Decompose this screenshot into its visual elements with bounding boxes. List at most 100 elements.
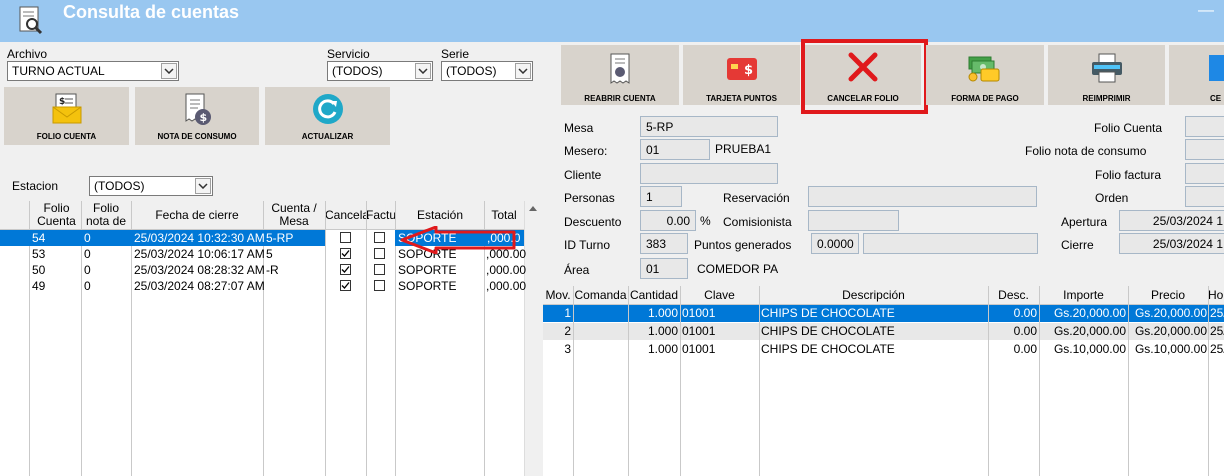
puntos-extra-field[interactable] — [863, 233, 1038, 254]
cell-clave: 01001 — [682, 324, 716, 338]
apertura-field[interactable]: 25/03/2024 1 — [1119, 210, 1224, 231]
cell-fecha: 25/03/2024 10:32:30 AM — [134, 231, 265, 245]
cell-fecha: 25/03/2024 08:28:32 AM — [134, 263, 265, 277]
servicio-value: (TODOS) — [332, 64, 383, 78]
col-cantidad[interactable]: Cantidad — [628, 289, 680, 302]
reabrir-cuenta-button[interactable]: REABRIR CUENTA — [561, 45, 679, 105]
cell-cantidad: 1.000 — [647, 324, 678, 338]
highlight-box — [801, 39, 928, 114]
table-row[interactable]: 1 1.000 01001 CHIPS DE CHOCOLATE 0.00 Gs… — [543, 305, 1224, 322]
table-row[interactable]: 3 1.000 01001 CHIPS DE CHOCOLATE 0.00 Gs… — [543, 341, 1224, 358]
col-folio-nota[interactable]: Folio nota de — [81, 202, 131, 228]
orden-field[interactable] — [1185, 186, 1224, 207]
cell-descripcion: CHIPS DE CHOCOLATE — [761, 306, 895, 320]
cerrar-button[interactable]: CE — [1169, 45, 1224, 105]
col-desc[interactable]: Desc. — [988, 289, 1039, 302]
cell-nota: 0 — [84, 231, 91, 245]
col-cuenta-mesa[interactable]: Cuenta / Mesa — [263, 202, 325, 228]
cell-folio: 49 — [32, 279, 46, 293]
col-importe[interactable]: Importe — [1039, 289, 1128, 302]
personas-field[interactable]: 1 — [640, 186, 682, 207]
personas-value: 1 — [646, 190, 653, 204]
table-row[interactable]: 2 1.000 01001 CHIPS DE CHOCOLATE 0.00 Gs… — [543, 323, 1224, 340]
col-factura[interactable]: Factur — [366, 209, 396, 222]
area-field[interactable]: 01 — [640, 258, 688, 279]
cliente-field[interactable] — [640, 163, 778, 184]
serie-select[interactable]: (TODOS) — [441, 61, 533, 81]
cell-estacion: SOPORTE — [398, 263, 457, 277]
forma-de-pago-button[interactable]: FORMA DE PAGO — [926, 45, 1044, 105]
folio-cuenta-button[interactable]: $ FOLIO CUENTA — [4, 87, 129, 145]
col-total[interactable]: Total — [484, 209, 524, 222]
descuento-unit: % — [700, 214, 711, 228]
col-mov[interactable]: Mov. — [543, 289, 573, 302]
mesa-label: Mesa — [564, 121, 594, 135]
col-precio[interactable]: Precio — [1128, 289, 1208, 302]
points-card-icon: $ — [726, 57, 758, 84]
factura-checkbox[interactable] — [374, 280, 385, 291]
col-hora[interactable]: Hor — [1208, 289, 1224, 302]
tarjeta-puntos-button[interactable]: $ TARJETA PUNTOS — [683, 45, 800, 105]
puntos-value: 0.0000 — [817, 237, 854, 251]
table-row[interactable]: 49 0 25/03/2024 08:27:07 AM SOPORTE ,000… — [0, 278, 527, 294]
svg-text:$: $ — [744, 63, 753, 78]
comisionista-field[interactable] — [808, 210, 899, 231]
archivo-value: TURNO ACTUAL — [12, 64, 105, 78]
col-estacion[interactable]: Estación — [396, 209, 484, 222]
cell-cantidad: 1.000 — [647, 306, 678, 320]
servicio-select[interactable]: (TODOS) — [327, 61, 433, 81]
chevron-down-icon[interactable] — [195, 178, 211, 194]
mesero-label: Mesero: — [564, 144, 608, 158]
reservacion-field[interactable] — [808, 186, 1037, 207]
estacion-select[interactable]: (TODOS) — [89, 176, 213, 196]
accounts-scrollbar[interactable] — [524, 201, 541, 476]
minimize-icon[interactable]: — — [1198, 2, 1218, 20]
cell-cuenta: 5-RP — [266, 231, 294, 245]
cell-mov: 2 — [564, 324, 571, 338]
cerrar-label: CE — [1210, 94, 1222, 103]
chevron-down-icon[interactable] — [161, 63, 177, 79]
col-comanda[interactable]: Comanda — [573, 289, 628, 302]
cancela-checkbox[interactable] — [340, 280, 351, 291]
cell-importe: Gs.20,000.00 — [1053, 324, 1126, 338]
cell-hora: 25/ — [1210, 324, 1224, 338]
factura-checkbox[interactable] — [374, 264, 385, 275]
cancela-checkbox[interactable] — [340, 248, 351, 259]
chevron-down-icon[interactable] — [415, 63, 431, 79]
col-fecha-cierre[interactable]: Fecha de cierre — [131, 209, 263, 222]
chevron-down-icon[interactable] — [515, 63, 531, 79]
close-icon — [1209, 55, 1224, 81]
mesero-field[interactable]: 01 — [640, 139, 710, 160]
mesero-name: PRUEBA1 — [715, 142, 772, 156]
mesa-field[interactable]: 5-RP — [640, 116, 778, 137]
col-cancela[interactable]: Cancela — [325, 209, 369, 222]
factura-checkbox[interactable] — [374, 248, 385, 259]
cell-cantidad: 1.000 — [647, 342, 678, 356]
id-turno-field[interactable]: 383 — [640, 233, 688, 254]
col-folio-cuenta[interactable]: Folio Cuenta — [30, 202, 83, 228]
cell-total: ,000.00 — [486, 279, 527, 293]
cell-importe: Gs.20,000.00 — [1053, 306, 1126, 320]
cliente-label: Cliente — [564, 168, 602, 182]
servicio-label: Servicio — [327, 47, 370, 61]
folio-cuenta-field[interactable] — [1185, 116, 1224, 137]
archivo-select[interactable]: TURNO ACTUAL — [7, 61, 179, 81]
folio-nota-field[interactable] — [1185, 139, 1224, 160]
forma-de-pago-label: FORMA DE PAGO — [951, 94, 1019, 103]
reimprimir-label: REIMPRIMIR — [1082, 94, 1131, 103]
nota-de-consumo-button[interactable]: $ NOTA DE CONSUMO — [135, 87, 259, 145]
folio-factura-field[interactable] — [1185, 163, 1224, 184]
cancela-checkbox[interactable] — [340, 264, 351, 275]
reimprimir-button[interactable]: REIMPRIMIR — [1048, 45, 1165, 105]
cierre-field[interactable]: 25/03/2024 1 — [1119, 233, 1224, 254]
factura-checkbox[interactable] — [374, 232, 385, 243]
col-clave[interactable]: Clave — [680, 289, 759, 302]
table-row[interactable]: 50 0 25/03/2024 08:28:32 AM -R SOPORTE ,… — [0, 262, 526, 278]
cancela-checkbox[interactable] — [340, 232, 351, 243]
puntos-field[interactable]: 0.0000 — [811, 233, 859, 254]
svg-text:$: $ — [59, 97, 65, 107]
col-descripcion[interactable]: Descripción — [759, 289, 988, 302]
apertura-value: 25/03/2024 1 — [1152, 214, 1223, 228]
actualizar-button[interactable]: ACTUALIZAR — [265, 87, 390, 145]
descuento-field[interactable]: 0.00 — [640, 210, 696, 231]
